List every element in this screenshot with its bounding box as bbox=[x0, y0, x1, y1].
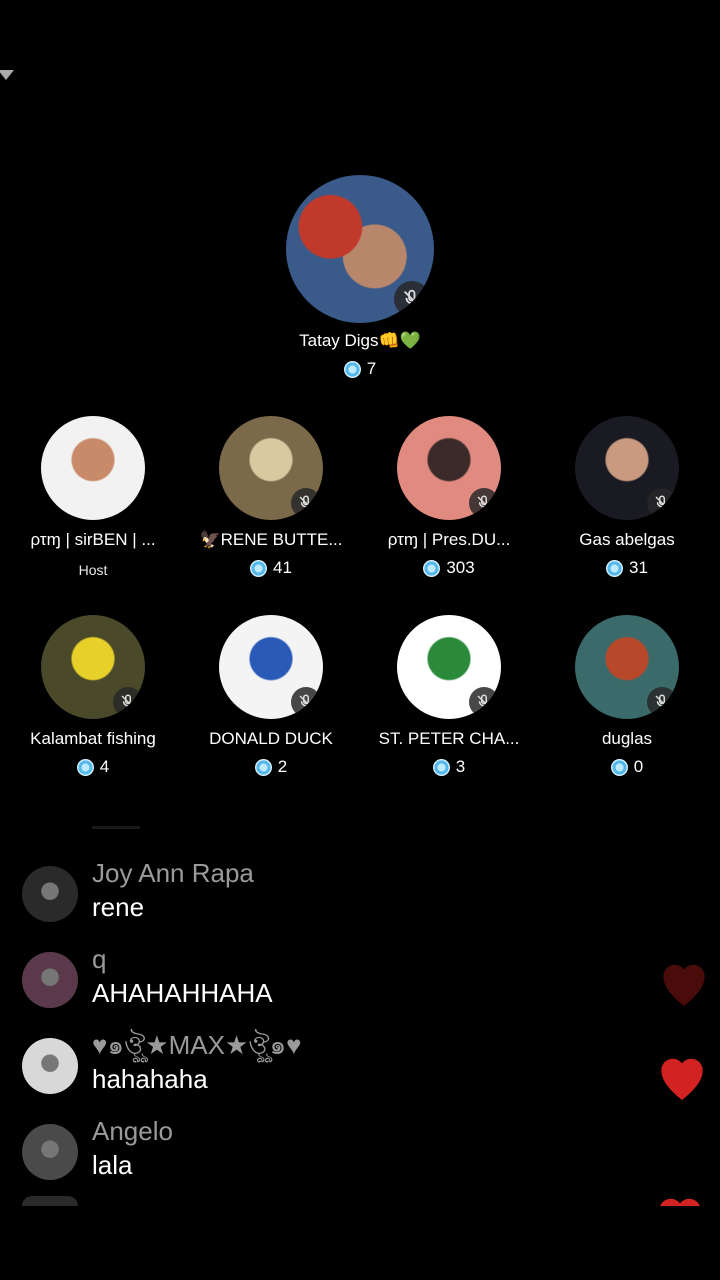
seat-coin-count: 0 bbox=[610, 757, 644, 777]
host-role-label: Host bbox=[78, 562, 108, 578]
seat-count-value: 0 bbox=[633, 757, 644, 776]
coin-icon bbox=[432, 758, 450, 776]
chat-message[interactable]: Angelo lala bbox=[22, 1114, 642, 1200]
chat-message[interactable]: ♥๑ঔৣ★MAX★ঔৣ๑♥ hahahaha bbox=[22, 1028, 642, 1114]
seat-count-value: 2 bbox=[277, 757, 288, 776]
coin-icon bbox=[250, 559, 268, 577]
mic-off-icon bbox=[113, 687, 143, 717]
seat-name: Gas abelgas bbox=[579, 530, 675, 549]
chat-message[interactable]: Joy Ann Rapa rene bbox=[22, 856, 642, 942]
host-name: Tatay Digs👊💚 bbox=[299, 331, 421, 350]
seat-count-value: 303 bbox=[446, 558, 475, 577]
coin-icon bbox=[423, 559, 441, 577]
seat-3[interactable]: ρτɱ | Pres.DU... 303 bbox=[360, 416, 538, 578]
seat-avatar[interactable] bbox=[397, 416, 501, 520]
seat-1[interactable]: ρτɱ | sirBEN | ... Host bbox=[4, 416, 182, 578]
seat-coin-count: 31 bbox=[606, 558, 648, 578]
seat-name: ρτɱ | Pres.DU... bbox=[387, 530, 511, 549]
seat-avatar[interactable] bbox=[575, 615, 679, 719]
seat-coin-count: 303 bbox=[423, 558, 475, 578]
divider bbox=[92, 826, 140, 829]
chat-username[interactable]: q bbox=[92, 942, 273, 976]
seat-4[interactable]: Gas abelgas 31 bbox=[538, 416, 716, 578]
seat-6[interactable]: DONALD DUCK 2 bbox=[182, 615, 360, 777]
chat-text: lala bbox=[92, 1150, 133, 1180]
collapse-arrow-icon[interactable] bbox=[0, 70, 14, 80]
mic-off-icon bbox=[394, 281, 430, 317]
seat-count-value: 31 bbox=[629, 558, 648, 577]
seat-name: duglas bbox=[601, 729, 653, 748]
chat-text: rene bbox=[92, 892, 145, 922]
mic-off-icon bbox=[469, 488, 499, 518]
seat-7[interactable]: ST. PETER CHA... 3 bbox=[360, 615, 538, 777]
host-coin-count: 7 bbox=[343, 359, 377, 379]
seat-coin-count: 4 bbox=[76, 757, 110, 777]
mic-off-icon bbox=[291, 687, 321, 717]
coin-icon bbox=[610, 758, 628, 776]
seat-8[interactable]: duglas 0 bbox=[538, 615, 716, 777]
heart-icon bbox=[656, 958, 712, 1006]
host-count-value: 7 bbox=[366, 359, 377, 378]
seat-avatar[interactable] bbox=[219, 615, 323, 719]
chat-avatar[interactable] bbox=[22, 1124, 78, 1180]
chat-avatar[interactable] bbox=[22, 952, 78, 1008]
seat-name: ST. PETER CHA... bbox=[378, 729, 520, 748]
coin-icon bbox=[76, 758, 94, 776]
chat-message[interactable]: q AHAHAHHAHA bbox=[22, 942, 642, 1028]
chat-username[interactable]: Angelo bbox=[92, 1114, 173, 1148]
chat-avatar[interactable] bbox=[22, 1038, 78, 1094]
seat-coin-count: 41 bbox=[250, 558, 292, 578]
seat-count-value: 4 bbox=[99, 757, 110, 776]
seat-name: Kalambat fishing bbox=[30, 729, 156, 748]
seat-coin-count: 3 bbox=[432, 757, 466, 777]
seat-avatar[interactable] bbox=[575, 416, 679, 520]
chat-username[interactable]: ♥๑ঔৣ★MAX★ঔৣ๑♥ bbox=[92, 1028, 302, 1062]
partial-chat-avatar bbox=[22, 1196, 78, 1206]
seat-avatar[interactable] bbox=[397, 615, 501, 719]
mic-off-icon bbox=[469, 687, 499, 717]
chat-text: hahahaha bbox=[92, 1064, 208, 1094]
chat-text: AHAHAHHAHA bbox=[92, 978, 273, 1008]
seat-name: ρτɱ | sirBEN | ... bbox=[30, 530, 156, 549]
coin-icon bbox=[343, 360, 361, 378]
seat-avatar[interactable] bbox=[41, 416, 145, 520]
mic-off-icon bbox=[291, 488, 321, 518]
chat-list[interactable]: Joy Ann Rapa rene q AHAHAHHAHA ♥๑ঔৣ★MAX★ঔৣ๑♥… bbox=[22, 856, 642, 1200]
seat-avatar[interactable] bbox=[219, 416, 323, 520]
coin-icon bbox=[606, 559, 624, 577]
host-avatar[interactable] bbox=[286, 175, 434, 323]
seat-coin-count: 2 bbox=[254, 757, 288, 777]
seat-avatar[interactable] bbox=[41, 615, 145, 719]
chat-avatar[interactable] bbox=[22, 866, 78, 922]
mic-off-icon bbox=[647, 687, 677, 717]
host-seat[interactable]: Tatay Digs👊💚 7 bbox=[230, 175, 490, 379]
heart-icon bbox=[654, 1052, 710, 1100]
seat-5[interactable]: Kalambat fishing 4 bbox=[4, 615, 182, 777]
seat-count-value: 3 bbox=[455, 757, 466, 776]
seat-count-value: 41 bbox=[273, 558, 292, 577]
coin-icon bbox=[254, 758, 272, 776]
chat-username[interactable]: Joy Ann Rapa bbox=[92, 856, 254, 890]
mic-off-icon bbox=[647, 488, 677, 518]
heart-icon bbox=[652, 1192, 708, 1206]
seat-name: DONALD DUCK bbox=[209, 729, 333, 748]
seat-2[interactable]: 🦅RENE BUTTE... 41 bbox=[182, 416, 360, 578]
seat-name: 🦅RENE BUTTE... bbox=[199, 530, 343, 549]
